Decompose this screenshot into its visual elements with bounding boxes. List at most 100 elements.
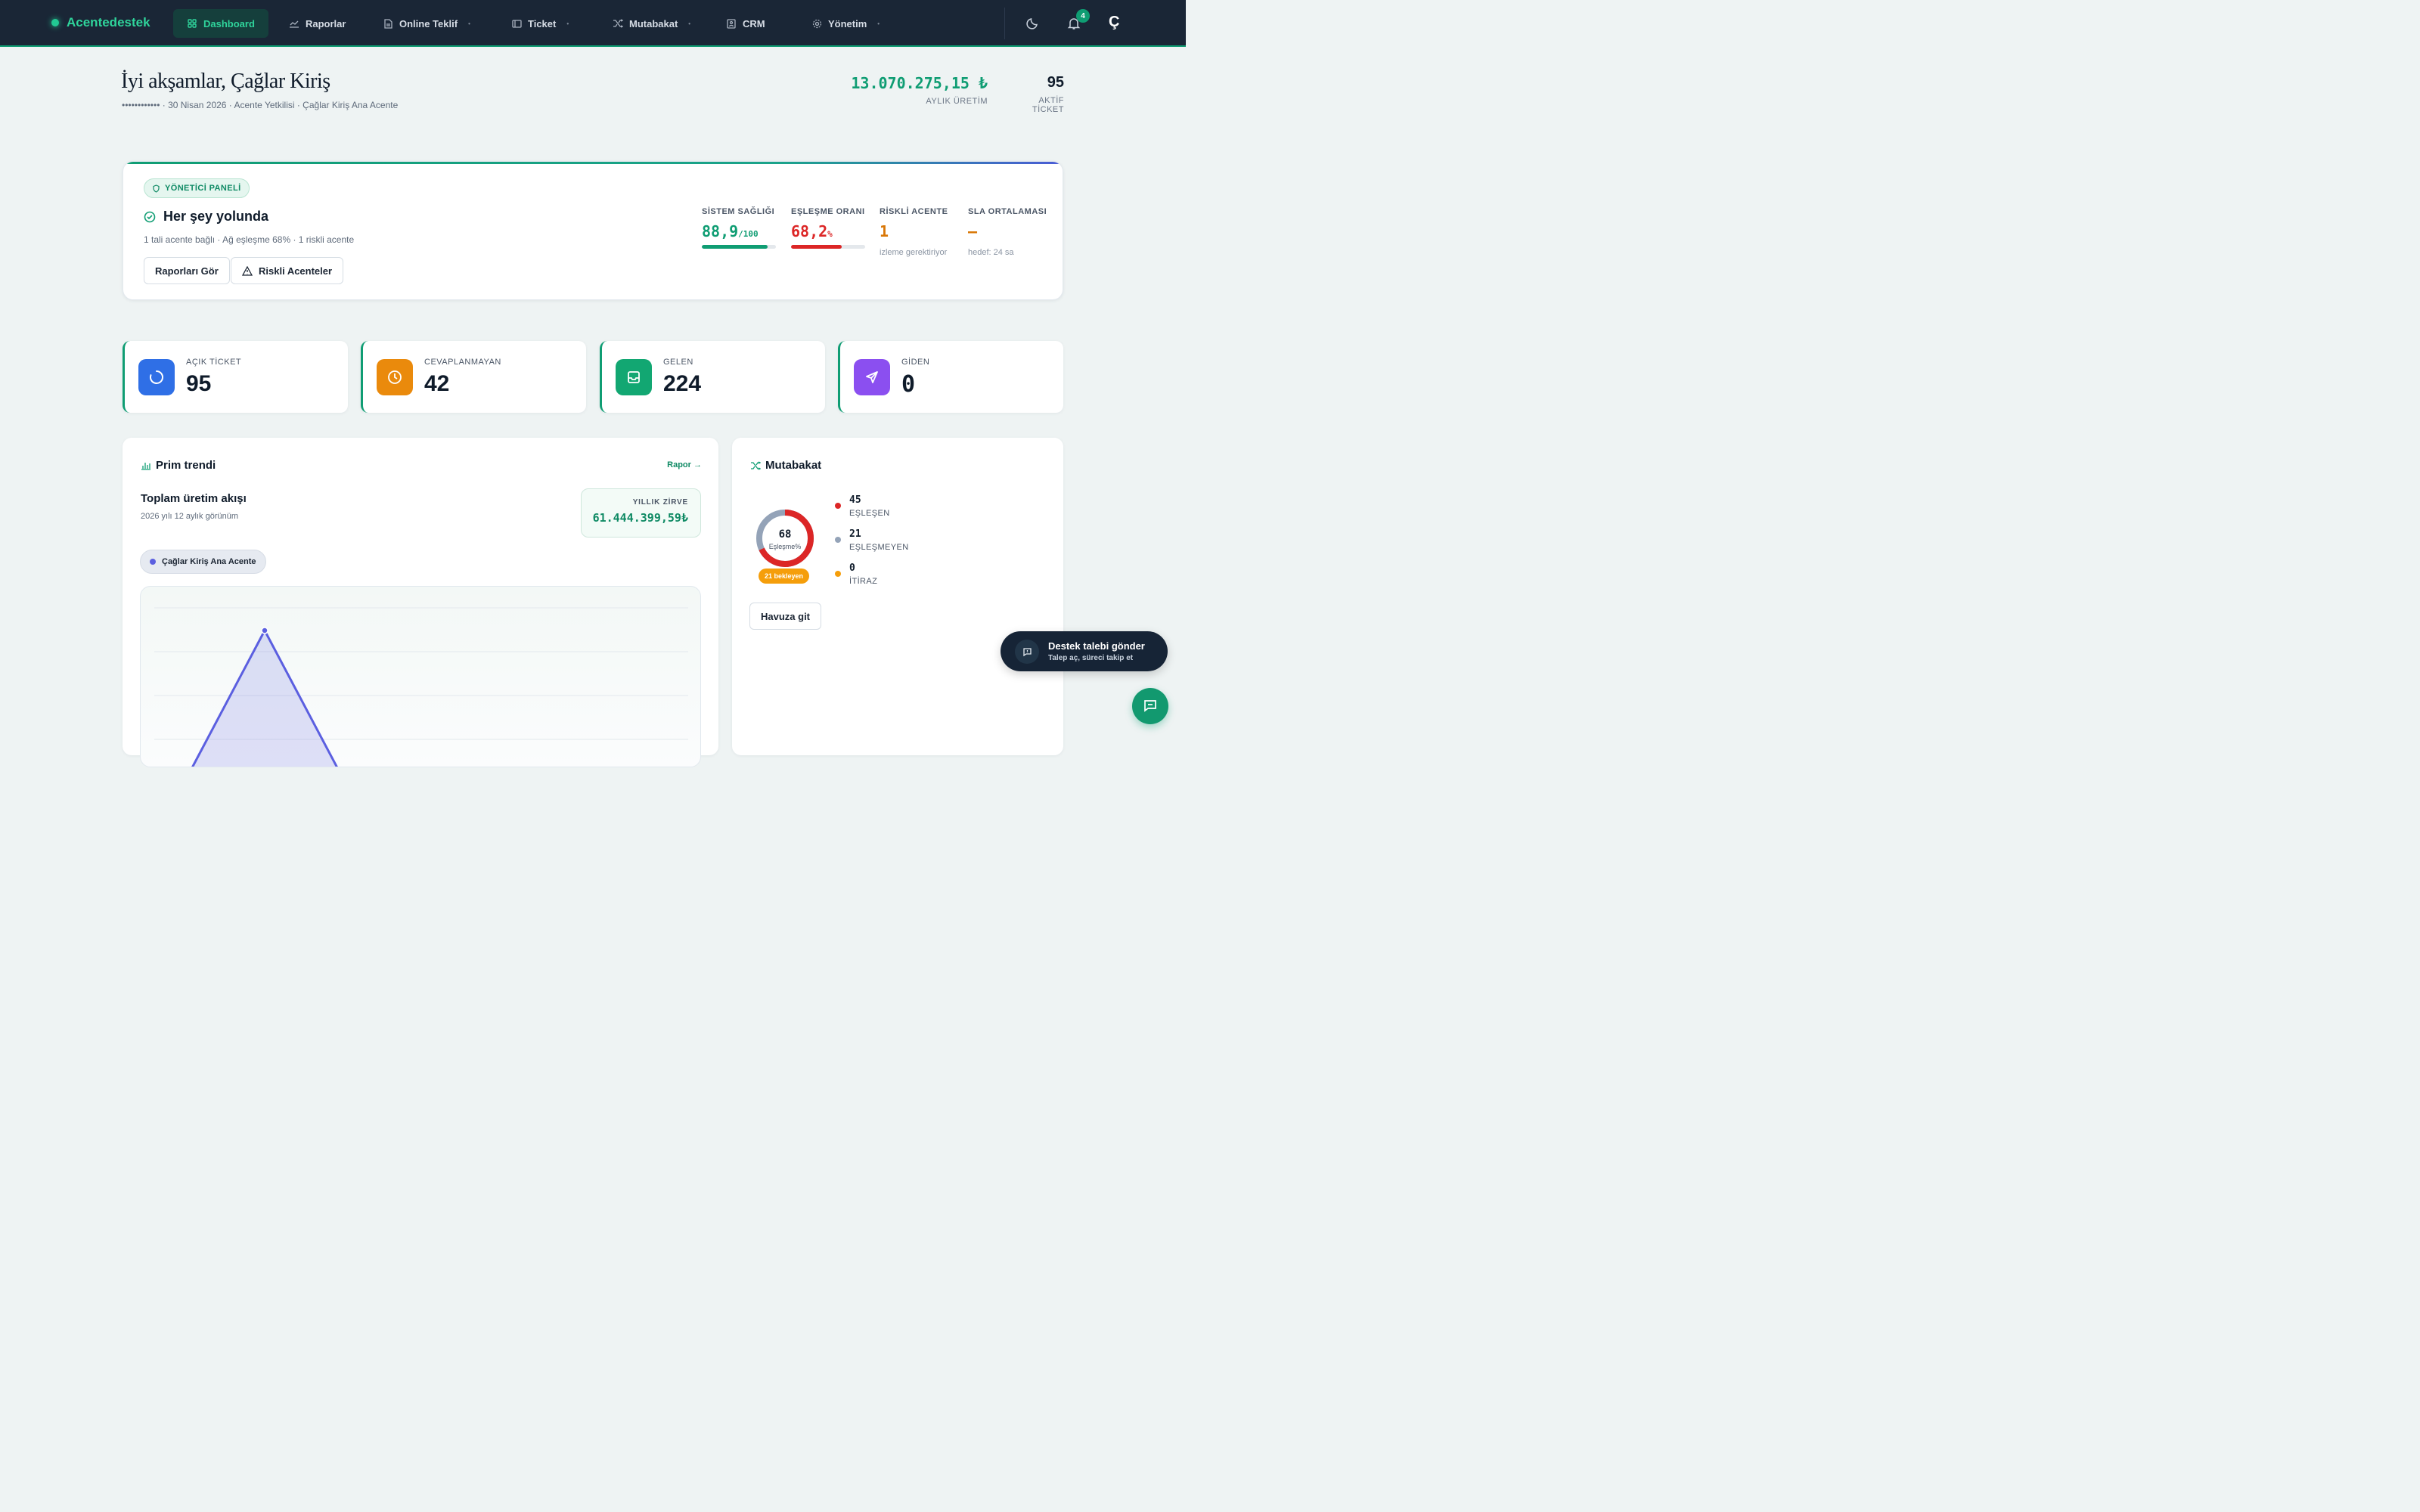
chat-icon (1144, 700, 1156, 712)
legend-label: EŞLEŞMEYEN (849, 543, 909, 552)
kpi-active-tickets: 95 AKTİF TİCKET (1006, 74, 1064, 114)
metric-unit: /100 (738, 229, 759, 239)
nav-ticket-label: Ticket (528, 17, 557, 29)
panel-accent-bar (123, 162, 1063, 164)
section-subtitle: 2026 yılı 12 aylık görünüm (141, 512, 239, 521)
nav-yonetim[interactable]: Yönetim • (798, 9, 893, 38)
metric-risky-agency: RİSKLİ ACENTE 1 izleme gerektiriyor (880, 207, 948, 257)
donut-center-label: Eşleşme% (768, 543, 802, 550)
nav-raporlar-label: Raporlar (306, 17, 346, 29)
go-to-pool-button[interactable]: Havuza git (749, 603, 822, 630)
metric-note: izleme gerektiriyor (880, 248, 948, 257)
admin-panel: YÖNETİCİ PANELİ Her şey yolunda 1 tali a… (123, 161, 1063, 300)
legend-dot (150, 559, 156, 565)
card-header-label: Mutabakat (765, 459, 822, 472)
legend-dot (835, 503, 841, 509)
shuffle-icon (751, 460, 761, 470)
pending-badge: 21 bekleyen (759, 569, 810, 584)
progress-track (791, 245, 865, 249)
stat-card-outgoing[interactable]: GİDEN 0 (838, 341, 1063, 413)
brand-name: Acentedestek (67, 15, 150, 29)
nav-online-teklif-label: Online Teklif (399, 17, 458, 29)
stat-card-incoming[interactable]: GELEN 224 (600, 341, 825, 413)
legend-label: Çağlar Kiriş Ana Acente (162, 557, 256, 566)
kpi-value: 95 (1047, 74, 1064, 91)
support-request-button[interactable]: Destek talebi gönder Talep aç, süreci ta… (1001, 631, 1168, 671)
inbox-icon (616, 359, 652, 395)
brand-logo[interactable]: Acentedestek (51, 15, 150, 30)
stat-card-open-tickets[interactable]: AÇIK TİCKET 95 (123, 341, 348, 413)
support-subtitle: Talep aç, süreci takip et (1048, 654, 1134, 662)
nav-crm[interactable]: CRM (712, 9, 779, 38)
theme-toggle-button[interactable] (1022, 14, 1042, 33)
legend-value: 0 (849, 562, 855, 574)
kpi-label: AKTİF TİCKET (1032, 96, 1064, 114)
stat-label: AÇIK TİCKET (186, 358, 242, 367)
gear-icon (811, 18, 822, 29)
send-icon (854, 359, 890, 395)
metric-label: SİSTEM SAĞLIĞI (702, 207, 775, 216)
metric-value: 1 (880, 222, 889, 240)
metric-value: – (968, 222, 978, 240)
admin-panel-badge-label: YÖNETİCİ PANELİ (165, 184, 241, 193)
data-point-peak[interactable] (261, 627, 268, 634)
view-reports-button[interactable]: Raporları Gör (144, 257, 230, 284)
metric-number: 68,2 (791, 222, 828, 240)
stat-value: 224 (663, 371, 702, 396)
legend-dot (835, 537, 841, 543)
panel-title: Her şey yolunda (144, 209, 268, 225)
card-header: Prim trendi (141, 459, 216, 472)
chart-svg (154, 607, 688, 767)
metric-unit: % (827, 229, 833, 239)
metric-note: hedef: 24 sa (968, 248, 1014, 257)
stat-label: GELEN (663, 358, 693, 367)
metric-label: SLA ORTALAMASI (968, 207, 1047, 216)
nav-raporlar[interactable]: Raporlar (275, 9, 359, 38)
admin-panel-badge: YÖNETİCİ PANELİ (144, 178, 250, 198)
risky-agencies-button[interactable]: Riskli Acenteler (231, 257, 344, 284)
risky-agencies-label: Riskli Acenteler (259, 265, 333, 277)
moon-icon (1026, 18, 1038, 29)
top-navbar: Acentedestek Dashboard Raporlar Online T… (0, 0, 1186, 47)
section-title: Toplam üretim akışı (141, 492, 247, 505)
stat-value: 42 (424, 371, 450, 396)
chevron-down-icon: • (877, 20, 880, 27)
message-alert-icon (1015, 640, 1039, 664)
metric-sla-average: SLA ORTALAMASI – hedef: 24 sa (968, 207, 1047, 257)
nav-crm-label: CRM (743, 17, 765, 29)
nav-dashboard[interactable]: Dashboard (173, 9, 268, 38)
kpi-value: 13.070.275,15 ₺ (851, 74, 988, 92)
stat-value: 0 (901, 371, 916, 398)
panel-title-text: Her şey yolunda (163, 209, 269, 224)
metric-number: 88,9 (702, 222, 739, 240)
check-circle-icon (144, 211, 156, 222)
stat-card-unanswered[interactable]: CEVAPLANMAYAN 42 (361, 341, 586, 413)
progress-track (702, 245, 776, 249)
stat-label: GİDEN (901, 358, 930, 367)
chart-line-icon (289, 18, 299, 29)
metric-system-health: SİSTEM SAĞLIĞI 88,9/100 (702, 207, 776, 249)
progress-fill (791, 245, 842, 249)
series-legend-chip[interactable]: Çağlar Kiriş Ana Acente (140, 550, 266, 574)
annual-peak-value: 61.444.399,59₺ (592, 511, 688, 525)
annual-peak-label: YILLIK ZİRVE (632, 498, 688, 507)
nav-mutabakat[interactable]: Mutabakat • (599, 9, 704, 38)
stat-label: CEVAPLANMAYAN (424, 358, 501, 367)
kpi-monthly-production: 13.070.275,15 ₺ AYLIK ÜRETİM (847, 74, 988, 106)
shuffle-icon (613, 18, 623, 29)
report-link[interactable]: Rapor → (667, 460, 702, 469)
notifications-button[interactable]: 4 (1064, 9, 1090, 33)
kpi-label: AYLIK ÜRETİM (926, 97, 988, 106)
user-avatar[interactable]: Ç (1109, 14, 1119, 31)
nav-online-teklif[interactable]: Online Teklif • (369, 9, 484, 38)
stat-value: 95 (186, 371, 212, 396)
legend-label: İTİRAZ (849, 577, 878, 586)
grid-icon (187, 18, 197, 29)
greeting-title: İyi akşamlar, Çağlar Kiriş (121, 70, 330, 93)
metric-value: 68,2% (791, 222, 865, 240)
chat-button[interactable] (1132, 688, 1168, 724)
brand-dot-icon (51, 19, 59, 26)
nav-ticket[interactable]: Ticket • (498, 9, 582, 38)
chevron-down-icon: • (566, 20, 569, 27)
series-area (192, 631, 337, 767)
